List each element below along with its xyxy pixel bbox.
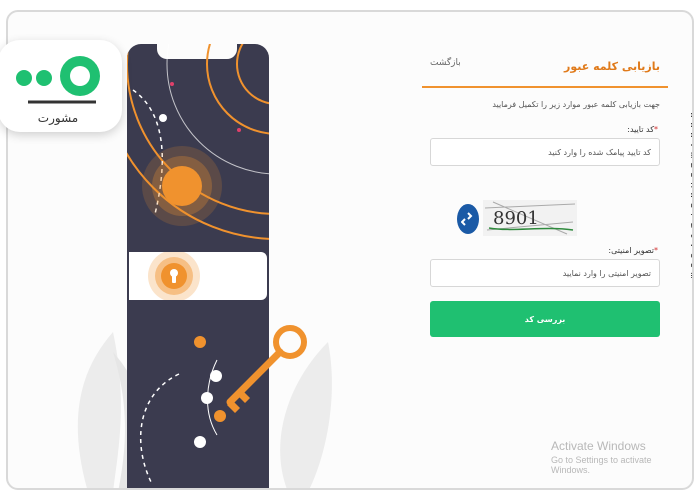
activate-windows-title: Activate Windows bbox=[551, 439, 646, 453]
form-title: بازیابی کلمه عبور bbox=[564, 60, 660, 73]
password-recovery-form: بازیابی کلمه عبور بازگشت جهت بازیابی کلم… bbox=[422, 46, 668, 337]
keyhole-lock-icon bbox=[148, 250, 200, 302]
check-code-button[interactable]: بررسی کد bbox=[430, 301, 660, 337]
captcha-label: *تصویر امنیتی: bbox=[608, 246, 658, 255]
lock-card bbox=[129, 250, 267, 302]
brand-logo: مشورت bbox=[16, 56, 100, 126]
key-illustration-icon bbox=[194, 325, 307, 448]
logo-text: مشورت bbox=[38, 111, 78, 126]
activate-windows-notice: Activate Windows Go to Settings to activ… bbox=[551, 439, 692, 475]
code-field-group: *کد تایید: کد تایید پیامک شده را وارد کن… bbox=[422, 125, 668, 166]
captcha-field-group: *تصویر امنیتی: تصویر امنیتی را وارد نمای… bbox=[422, 246, 668, 287]
captcha-input[interactable]: تصویر امنیتی را وارد نمایید bbox=[430, 259, 660, 287]
refresh-icon[interactable] bbox=[457, 204, 479, 234]
captcha-text: 8901 bbox=[493, 208, 539, 229]
activate-windows-subtitle: Go to Settings to activate Windows. bbox=[551, 455, 652, 475]
captcha-row: 8901 bbox=[457, 200, 582, 240]
back-link[interactable]: بازگشت bbox=[430, 58, 461, 68]
verification-code-input[interactable]: کد تایید پیامک شده را وارد کنید bbox=[430, 138, 660, 166]
instructions-text: جهت بازیابی کلمه عبور موارد زیر را تکمیل… bbox=[492, 100, 660, 109]
site-watermark: www.mashwerat.com bbox=[688, 112, 694, 283]
logo-badge[interactable]: مشورت bbox=[0, 40, 122, 132]
code-label: *کد تایید: bbox=[627, 125, 658, 134]
captcha-image: 8901 bbox=[483, 200, 577, 236]
form-header: بازیابی کلمه عبور بازگشت bbox=[422, 46, 668, 88]
